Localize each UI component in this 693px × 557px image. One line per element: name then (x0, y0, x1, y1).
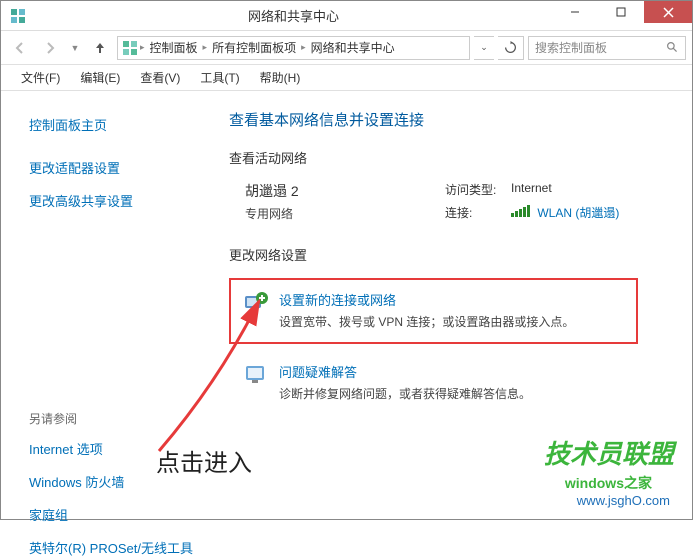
menu-edit[interactable]: 编辑(E) (72, 67, 128, 88)
option-title: 设置新的连接或网络 (279, 290, 574, 309)
menu-help[interactable]: 帮助(H) (252, 67, 309, 88)
control-panel-icon (122, 40, 138, 56)
breadcrumb-segment[interactable]: 控制面板 (147, 39, 201, 56)
option-desc: 设置宽带、拨号或 VPN 连接；或设置路由器或接入点。 (279, 313, 574, 330)
window-title: 网络和共享中心 (35, 6, 552, 25)
menu-bar: 文件(F) 编辑(E) 查看(V) 工具(T) 帮助(H) (1, 65, 692, 91)
sidebar-see-also-homegroup[interactable]: 家庭组 (29, 505, 211, 524)
search-icon (666, 41, 679, 54)
address-dropdown-button[interactable]: ⌄ (474, 36, 494, 60)
change-settings-heading: 更改网络设置 (229, 245, 668, 264)
chevron-right-icon: ▸ (301, 42, 306, 53)
watermark-brand: 技术员联盟 (544, 434, 674, 471)
active-network: 胡邋遢 2 专用网络 访问类型: Internet 连接: WLAN (胡邋遢) (229, 181, 668, 227)
forward-button[interactable] (37, 35, 63, 61)
annotation-text: 点击进入 (156, 443, 252, 478)
search-placeholder: 搜索控制面板 (535, 39, 607, 56)
troubleshoot-icon (243, 362, 269, 388)
option-troubleshoot[interactable]: 问题疑难解答 诊断并修复网络问题，或者获得疑难解答信息。 (229, 362, 668, 402)
dropdown-history-button[interactable]: ▼ (67, 35, 83, 61)
wifi-signal-icon (511, 205, 530, 217)
connection-link[interactable]: WLAN (胡邋遢) (537, 206, 619, 220)
sidebar-see-also-heading: 另请参阅 (29, 410, 211, 427)
breadcrumb-segment[interactable]: 网络和共享中心 (308, 39, 398, 56)
chevron-right-icon: ▸ (203, 42, 208, 53)
maximize-button[interactable] (598, 1, 644, 23)
access-type-value: Internet (511, 181, 552, 198)
option-new-connection[interactable]: 设置新的连接或网络 设置宽带、拨号或 VPN 连接；或设置路由器或接入点。 (243, 290, 624, 330)
address-bar: ▼ ▸ 控制面板 ▸ 所有控制面板项 ▸ 网络和共享中心 ⌄ 搜索控制面板 (1, 31, 692, 65)
new-connection-icon (243, 290, 269, 316)
highlighted-option: 设置新的连接或网络 设置宽带、拨号或 VPN 连接；或设置路由器或接入点。 (229, 278, 638, 344)
close-button[interactable] (644, 1, 692, 23)
network-type: 专用网络 (245, 205, 445, 222)
title-bar: 网络和共享中心 (1, 1, 692, 31)
sidebar-home-link[interactable]: 控制面板主页 (29, 115, 211, 134)
breadcrumb[interactable]: ▸ 控制面板 ▸ 所有控制面板项 ▸ 网络和共享中心 (117, 36, 470, 60)
window-icon (1, 8, 35, 24)
connection-label: 连接: (445, 204, 511, 221)
menu-tools[interactable]: 工具(T) (192, 67, 247, 88)
option-title: 问题疑难解答 (279, 362, 531, 381)
breadcrumb-segment[interactable]: 所有控制面板项 (209, 39, 299, 56)
refresh-button[interactable] (498, 36, 524, 60)
access-type-label: 访问类型: (445, 181, 511, 198)
sidebar-link-adapter[interactable]: 更改适配器设置 (29, 158, 211, 177)
sidebar-see-also-intel[interactable]: 英特尔(R) PROSet/无线工具 (29, 538, 211, 557)
option-desc: 诊断并修复网络问题，或者获得疑难解答信息。 (279, 385, 531, 402)
menu-file[interactable]: 文件(F) (13, 67, 68, 88)
watermark-sub: windows之家 (565, 473, 652, 493)
network-name: 胡邋遢 2 (245, 181, 445, 201)
watermark-url: www.jsghO.com (573, 492, 674, 509)
menu-view[interactable]: 查看(V) (132, 67, 188, 88)
up-button[interactable] (87, 35, 113, 61)
search-input[interactable]: 搜索控制面板 (528, 36, 686, 60)
page-heading: 查看基本网络信息并设置连接 (229, 109, 668, 130)
chevron-right-icon: ▸ (140, 42, 145, 53)
back-button[interactable] (7, 35, 33, 61)
sidebar-link-sharing[interactable]: 更改高级共享设置 (29, 191, 211, 210)
minimize-button[interactable] (552, 1, 598, 23)
view-active-label: 查看活动网络 (229, 148, 668, 167)
